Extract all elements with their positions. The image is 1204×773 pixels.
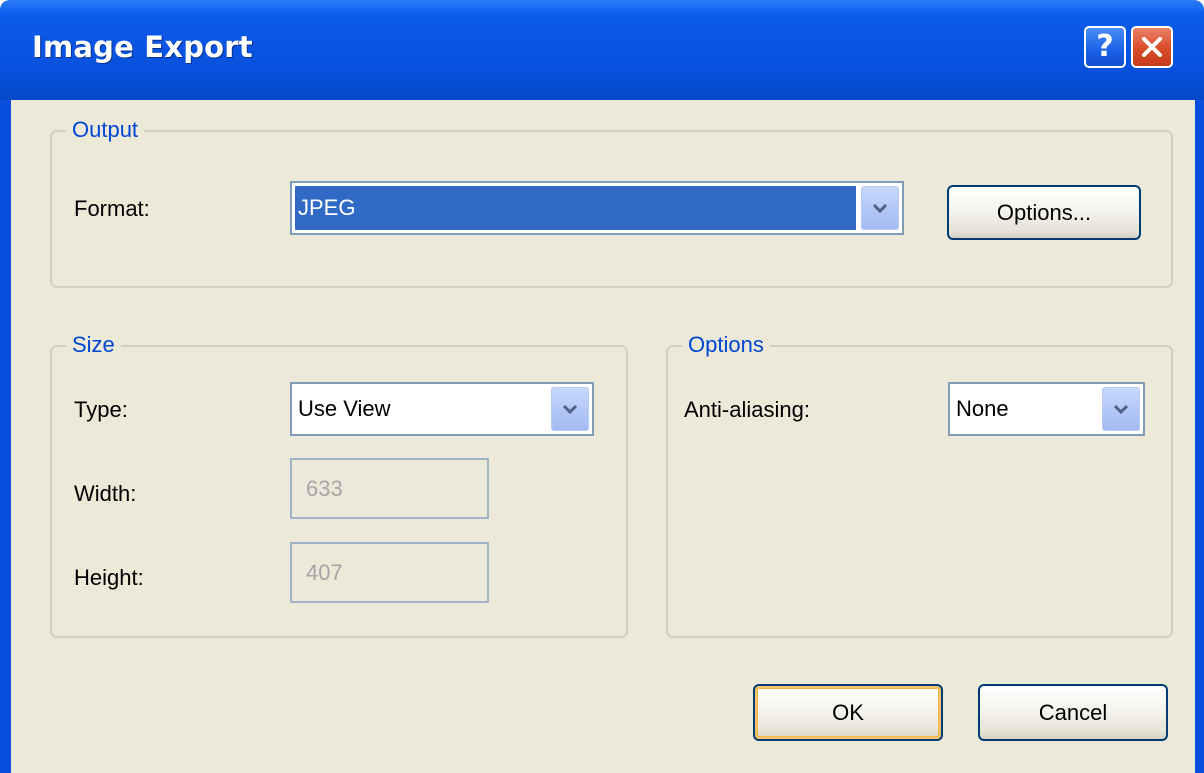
window-title: Image Export [32, 30, 253, 64]
type-label: Type: [74, 397, 128, 422]
height-input-value: 407 [306, 559, 343, 585]
antialiasing-select[interactable]: None [948, 382, 1145, 436]
chevron-down-icon [562, 404, 578, 415]
width-input[interactable]: 633 [290, 458, 489, 519]
options-group-legend: Options [682, 332, 770, 358]
size-group-legend: Size [66, 332, 121, 358]
size-type-select-value: Use View [298, 396, 391, 421]
size-type-select[interactable]: Use View [290, 382, 594, 436]
format-selected-highlight: JPEG [295, 186, 856, 230]
width-label: Width: [74, 481, 137, 506]
chevron-down-icon [872, 203, 888, 214]
dialog-body: Output Format: JPEG Options... Size Type… [11, 100, 1195, 773]
help-button[interactable]: ? [1084, 26, 1126, 68]
height-input[interactable]: 407 [290, 542, 489, 603]
size-type-dropdown-button[interactable] [551, 387, 589, 431]
antialiasing-select-value: None [956, 396, 1009, 421]
ok-button[interactable]: OK [753, 684, 943, 741]
format-dropdown-button[interactable] [861, 186, 899, 230]
chevron-down-icon [1113, 404, 1129, 415]
close-button[interactable] [1131, 26, 1173, 68]
help-icon: ? [1096, 29, 1114, 64]
height-label: Height: [74, 565, 144, 590]
antialiasing-label: Anti-aliasing: [684, 397, 810, 422]
format-label: Format: [74, 196, 150, 221]
image-export-dialog: Image Export ? Output Format: JPEG Optio… [0, 0, 1204, 773]
title-bar[interactable]: Image Export ? [0, 0, 1204, 100]
width-input-value: 633 [306, 475, 343, 501]
close-icon [1142, 37, 1162, 57]
format-select-value: JPEG [298, 195, 356, 220]
output-group-legend: Output [66, 117, 145, 143]
antialiasing-dropdown-button[interactable] [1102, 387, 1140, 431]
format-options-button[interactable]: Options... [947, 185, 1141, 240]
cancel-button[interactable]: Cancel [978, 684, 1168, 741]
format-select[interactable]: JPEG [290, 181, 904, 235]
